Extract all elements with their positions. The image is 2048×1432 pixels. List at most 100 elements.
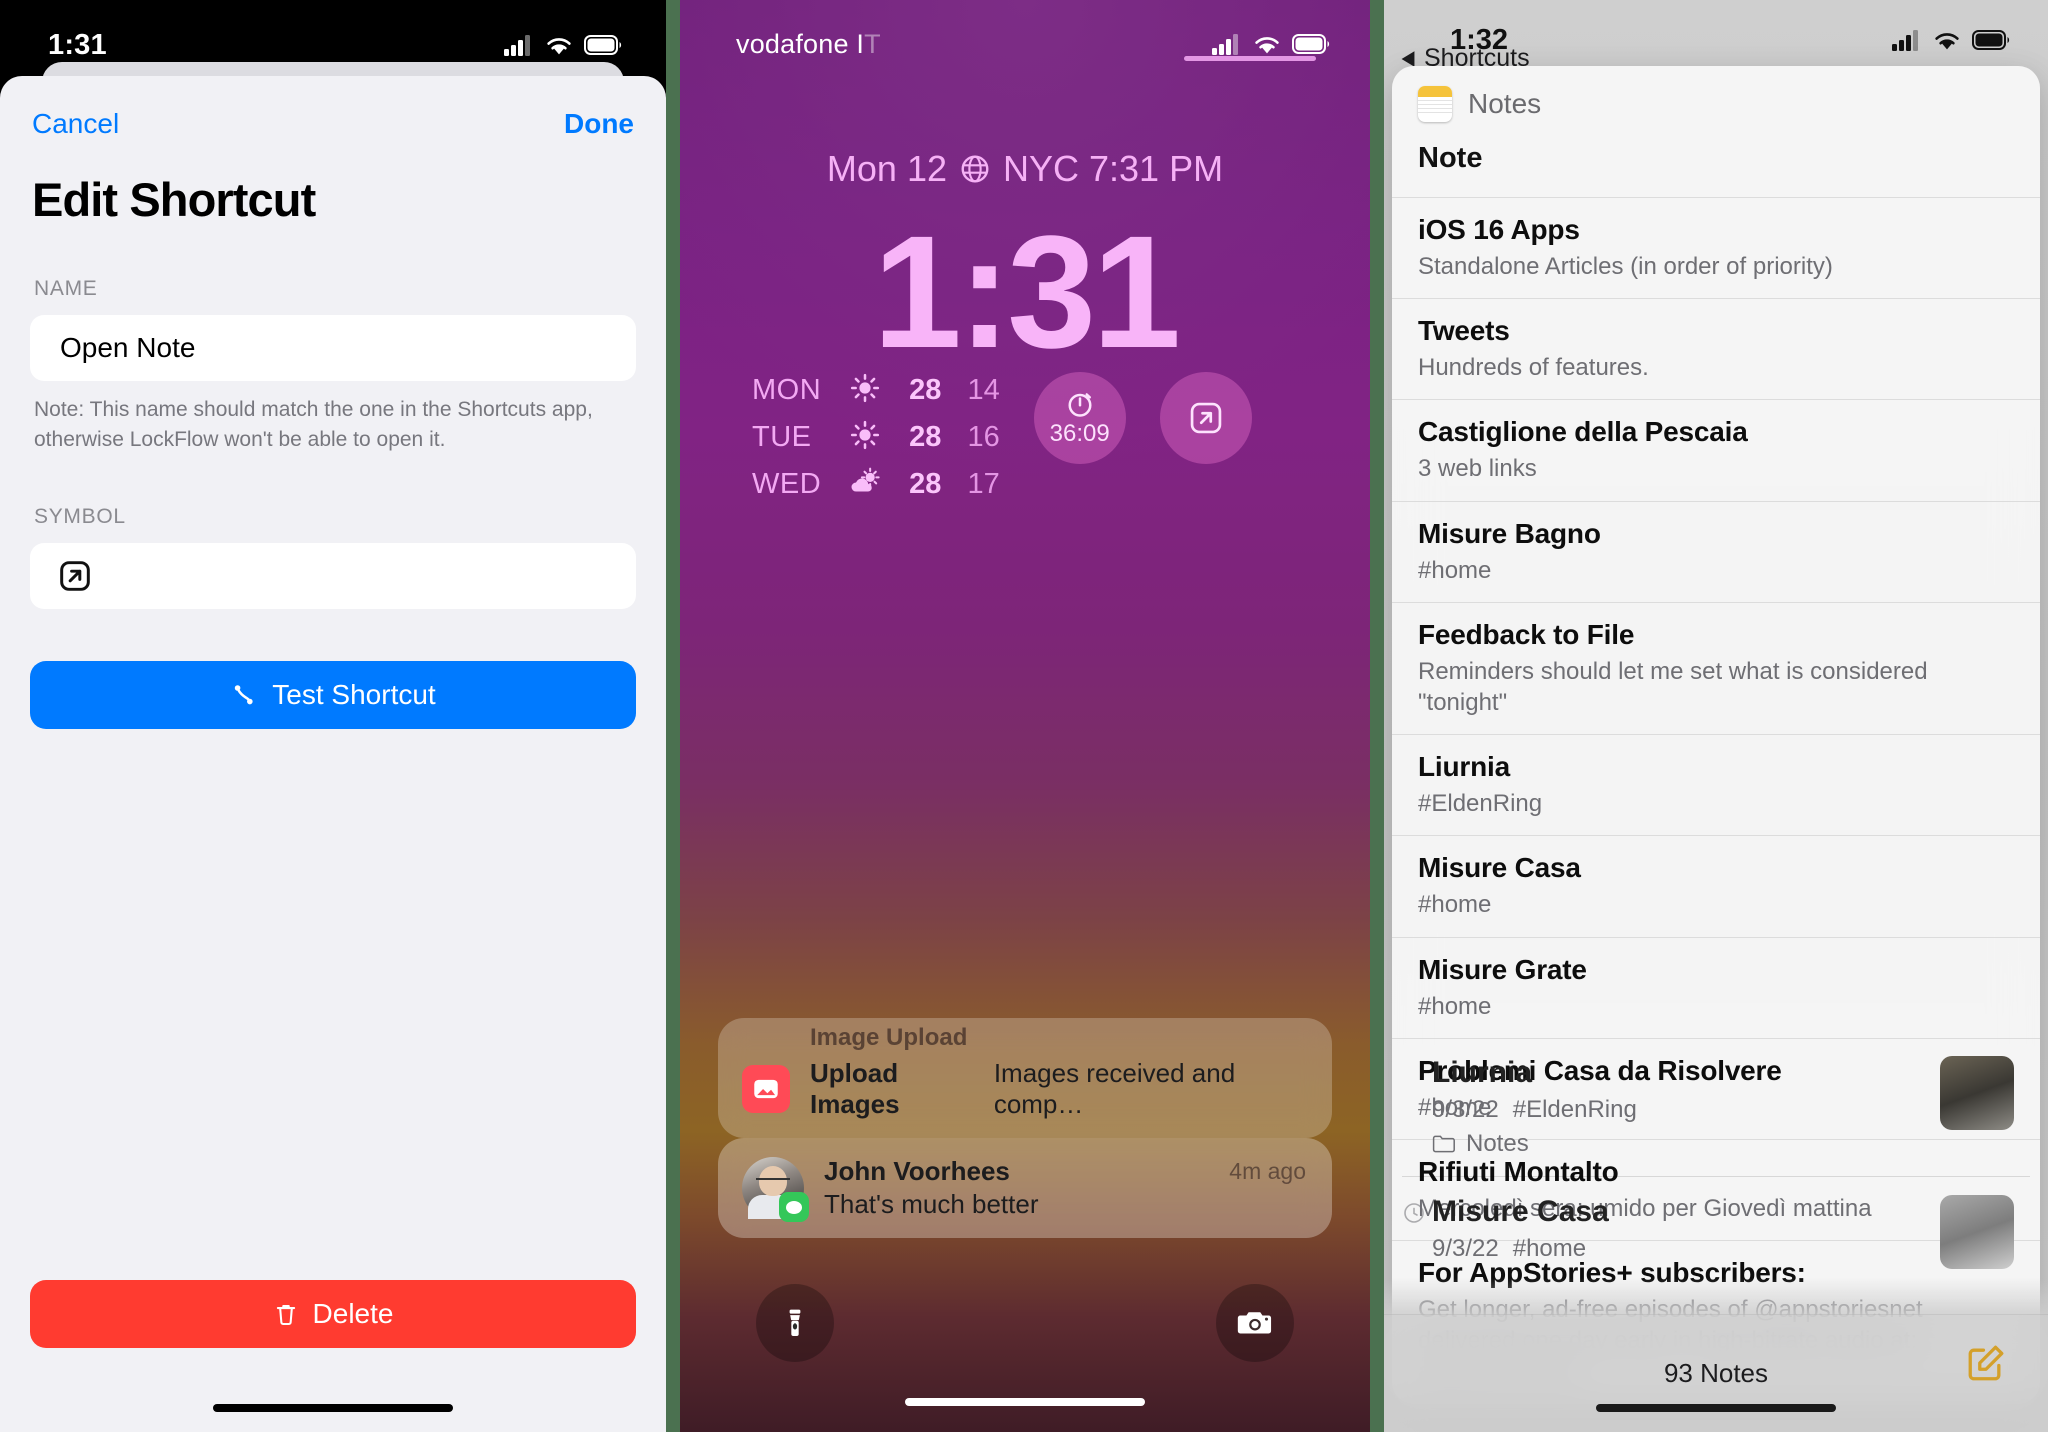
notes-toolbar: 93 Notes [1384, 1314, 2048, 1432]
lockscreen-city-time: NYC 7:31 PM [1003, 148, 1224, 189]
popover-app-name: Notes [1468, 88, 1542, 119]
popover-note-item[interactable]: Feedback to File Reminders should let me… [1392, 601, 2040, 734]
note-title: Liurnia [1418, 751, 1510, 783]
battery-icon [584, 35, 622, 55]
list-item[interactable]: Liurnia 9/3/22 #EldenRing Notes [1402, 1038, 2030, 1176]
name-input[interactable]: Open Note [30, 315, 636, 381]
test-shortcut-button[interactable]: Test Shortcut [30, 660, 636, 729]
note-date: 9/3/22 [1432, 1235, 1499, 1262]
done-button[interactable]: Done [564, 108, 634, 140]
list-item[interactable]: Misure Casa 9/3/22 #home [1402, 1176, 2030, 1287]
note-subtitle: 3 web links [1418, 455, 1537, 483]
notification-timestamp: 4m ago [1229, 1158, 1306, 1184]
weather-low: 14 [967, 374, 1000, 406]
symbol-section-label: SYMBOL [34, 504, 126, 528]
note-folder-name: Notes [1466, 1130, 1529, 1157]
cancel-button[interactable]: Cancel [32, 108, 119, 140]
list-fade-mask [1384, 1278, 2048, 1314]
messages-icon [779, 1192, 809, 1222]
notes-app-icon [1418, 86, 1452, 122]
delete-button[interactable]: Delete [30, 1280, 636, 1348]
popover-section-label: Note [1418, 142, 1483, 174]
home-indicator [213, 1404, 453, 1412]
note-subtitle: #home [1418, 891, 1492, 919]
note-tag: #EldenRing [1512, 1096, 1637, 1123]
cellular-icon [1212, 34, 1238, 55]
popover-note-item[interactable]: Misure Grate #home [1392, 936, 2040, 1038]
lockscreen-date: Mon 12 [826, 148, 947, 189]
camera-icon [1237, 1312, 1272, 1334]
sheet-action-bar: Cancel Done [30, 76, 636, 140]
note-subtitle: Standalone Articles (in order of priorit… [1418, 253, 1833, 280]
weather-high: 28 [909, 421, 942, 453]
note-subtitle: #home [1418, 992, 1492, 1020]
note-subtitle: Reminders should let me set what is cons… [1418, 657, 1928, 716]
panel-separator-1 [666, 0, 680, 1432]
trash-icon [276, 1304, 295, 1325]
note-title: Misure Bagno [1418, 517, 1601, 549]
note-title: Feedback to File [1418, 618, 1635, 650]
notification-message: Images received and comp… [993, 1058, 1236, 1119]
panel-notes-app: 1:32 Shortcuts Notes Note iOS 16 Apps St… [1384, 0, 2048, 1432]
lockscreen-controls [756, 1284, 1294, 1362]
note-thumbnail [1940, 1056, 2014, 1130]
note-title: Misure Casa [1432, 1195, 1609, 1228]
panel-lock-screen: vodafone IT Mon 12 NYC 7:31 PM 1:31 MON … [680, 0, 1370, 1432]
camera-button[interactable] [1216, 1284, 1294, 1362]
compose-button[interactable] [1964, 1341, 2008, 1390]
weather-day: WED [752, 468, 822, 500]
note-date: 9/3/22 [1432, 1096, 1499, 1123]
weather-high: 28 [909, 374, 942, 406]
wifi-icon [1255, 36, 1279, 53]
folder-icon [1432, 1135, 1455, 1153]
notification-upload[interactable]: Image Upload Upload Images Images receiv… [718, 1018, 1332, 1138]
status-icon-group [504, 34, 622, 56]
notes-list: Liurnia 9/3/22 #EldenRing Notes Misure C… [1402, 1038, 2030, 1287]
popover-note-item[interactable]: iOS 16 Apps Standalone Articles (in orde… [1392, 197, 2040, 298]
name-section-label: NAME [34, 277, 98, 300]
note-title: Castiglione della Pescaia [1418, 416, 1748, 448]
list-item-main: Misure Casa 9/3/22 #home [1432, 1195, 1922, 1263]
notification-title: Upload Images [810, 1058, 900, 1119]
timer-widget[interactable]: 36:09 [1033, 372, 1126, 464]
wifi-icon [1935, 32, 1959, 49]
notes-count: 93 Notes [1663, 1358, 1769, 1388]
carrier-name: vodafone I [736, 28, 865, 59]
popover-note-item[interactable]: Liurnia #EldenRing [1392, 734, 2040, 835]
pin-icon [1404, 1203, 1424, 1223]
status-icon-group [1212, 33, 1330, 55]
note-title: Misure Grate [1418, 953, 1587, 985]
lockscreen-date-widget[interactable]: Mon 12 NYC 7:31 PM [680, 148, 1370, 190]
note-title: Liurnia [1432, 1056, 1533, 1089]
list-item-main: Liurnia 9/3/22 #EldenRing Notes [1432, 1056, 1922, 1158]
partly-cloudy-icon [847, 466, 883, 503]
note-title: iOS 16 Apps [1418, 214, 1580, 245]
note-subtitle: #EldenRing [1418, 790, 1543, 818]
flashlight-button[interactable] [756, 1284, 834, 1362]
note-subtitle: #home [1418, 556, 1492, 584]
symbol-picker[interactable] [30, 542, 636, 609]
popover-note-item[interactable]: Misure Casa #home [1392, 835, 2040, 936]
popover-header: Notes [1392, 66, 2040, 138]
weather-day: TUE [752, 421, 812, 453]
name-input-value: Open Note [60, 332, 196, 363]
notification-body: Upload Images Images received and comp… [810, 1058, 1308, 1120]
photo-upload-icon [742, 1065, 790, 1113]
page-title: Edit Shortcut [32, 173, 316, 226]
note-meta: 9/3/22 #home [1432, 1235, 1922, 1263]
popover-note-item[interactable]: Castiglione della Pescaia 3 web links [1392, 399, 2040, 500]
globe-icon [961, 155, 989, 183]
note-meta: 9/3/22 #EldenRing [1432, 1096, 1922, 1124]
flashlight-icon [789, 1309, 801, 1337]
notification-message: That's much better [824, 1189, 1039, 1219]
shortcut-link-icon [235, 684, 253, 704]
notification-message-john[interactable]: John Voorhees That's much better 4m ago [718, 1138, 1332, 1238]
weather-day: MON [752, 374, 822, 406]
timer-icon [1068, 392, 1092, 417]
note-tag: #home [1512, 1235, 1587, 1262]
cellular-icon [1892, 30, 1918, 51]
popover-note-item[interactable]: Misure Bagno #home [1392, 500, 2040, 602]
shortcut-widget[interactable] [1159, 372, 1252, 464]
weather-widget[interactable]: MON 28 14 TUE 28 16 WED 28 17 [752, 372, 1000, 503]
popover-note-item[interactable]: Tweets Hundreds of features. [1392, 298, 2040, 399]
